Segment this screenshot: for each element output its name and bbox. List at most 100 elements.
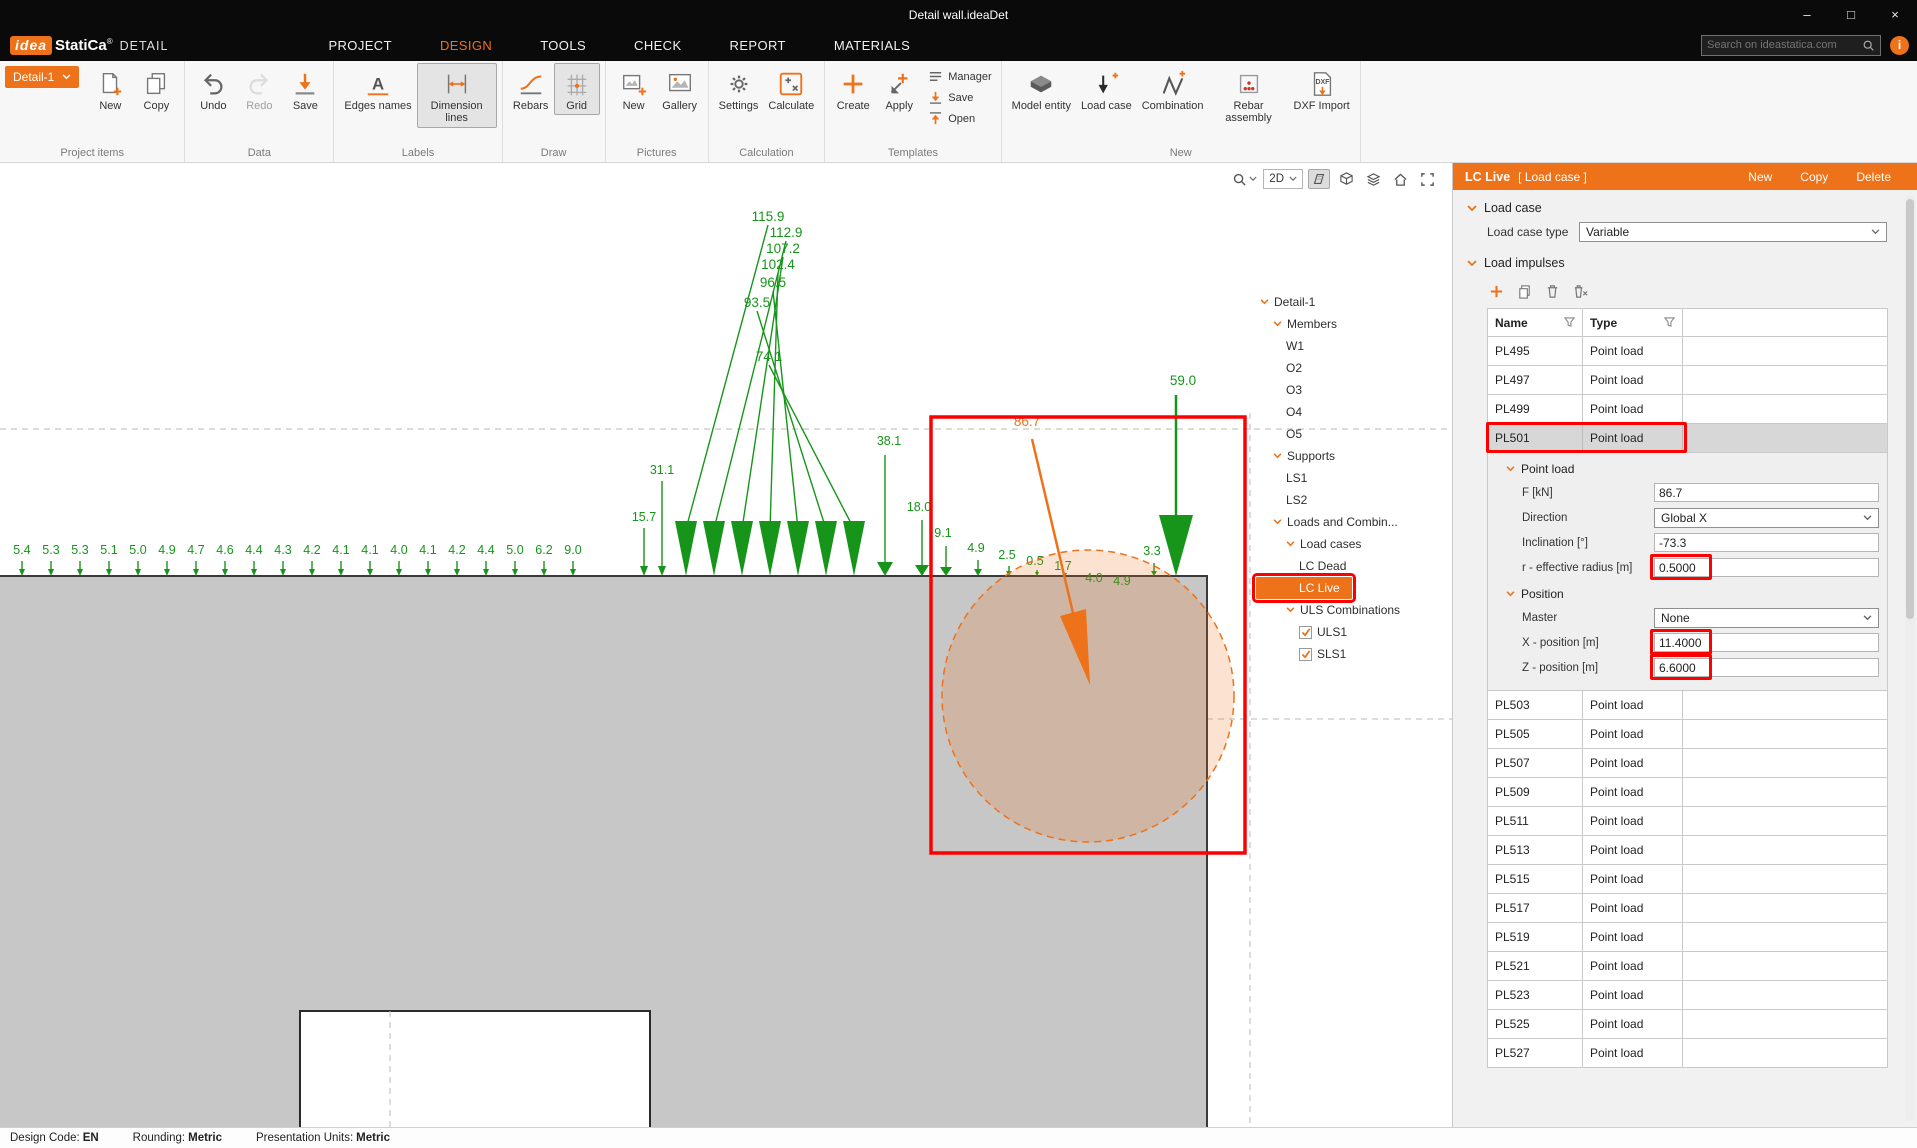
distributed-load[interactable]: 5.0 (129, 543, 146, 576)
impulse-row-pl501[interactable]: PL501Point load (1487, 424, 1888, 453)
pictures-gallery-button[interactable]: Gallery (657, 63, 703, 115)
impulse-row-pl525[interactable]: PL525Point load (1487, 1010, 1888, 1039)
fan-load-arrow[interactable] (675, 521, 697, 576)
delete-all-impulses-button[interactable] (1571, 282, 1589, 300)
calculation-calculate-button[interactable]: Calculate (763, 63, 819, 115)
menu-project[interactable]: PROJECT (328, 29, 391, 61)
fan-load-arrow[interactable] (843, 521, 865, 576)
r-effective-radius-m-input[interactable] (1654, 558, 1879, 577)
impulse-row-pl509[interactable]: PL509Point load (1487, 778, 1888, 807)
view-mode-select[interactable]: 2D (1263, 169, 1303, 189)
impulse-row-pl523[interactable]: PL523Point load (1487, 981, 1888, 1010)
duplicate-impulse-button[interactable] (1515, 282, 1533, 300)
detail-section-point-load[interactable]: Point load (1488, 455, 1887, 480)
impulse-row-pl519[interactable]: PL519Point load (1487, 923, 1888, 952)
templates-create-button[interactable]: Create (830, 63, 876, 115)
distributed-load[interactable]: 5.4 (13, 543, 30, 576)
draw-grid-button[interactable]: Grid (554, 63, 600, 115)
impulse-row-pl521[interactable]: PL521Point load (1487, 952, 1888, 981)
scrollbar[interactable] (1905, 195, 1915, 1121)
distributed-load[interactable]: 4.4 (245, 543, 262, 576)
templates-open-button[interactable]: Open (928, 111, 991, 126)
tree-item-members[interactable]: Members (1256, 313, 1452, 335)
distributed-load[interactable]: 5.1 (100, 543, 117, 576)
account-icon[interactable]: i (1890, 36, 1909, 55)
tree-item-lc-dead[interactable]: LC Dead (1256, 555, 1452, 577)
project-items-new-button[interactable]: New (87, 63, 133, 115)
point-load[interactable]: 15.7 (632, 510, 656, 576)
distributed-load[interactable]: 4.0 (390, 543, 407, 576)
impulse-row-pl515[interactable]: PL515Point load (1487, 865, 1888, 894)
load-case-type-select[interactable]: Variable (1579, 222, 1887, 242)
fan-load-arrow[interactable] (731, 521, 753, 576)
tree-item-supports[interactable]: Supports (1256, 445, 1452, 467)
inclination-input[interactable] (1654, 533, 1879, 552)
templates-save-button[interactable]: Save (928, 90, 991, 105)
tree-item-o5[interactable]: O5 (1256, 423, 1452, 445)
tree-item-ls1[interactable]: LS1 (1256, 467, 1452, 489)
distributed-load[interactable]: 4.3 (274, 543, 291, 576)
distributed-load[interactable]: 6.2 (535, 543, 552, 576)
data-undo-button[interactable]: Undo (190, 63, 236, 115)
tree-item-w1[interactable]: W1 (1256, 335, 1452, 357)
checkbox-icon[interactable] (1299, 648, 1312, 661)
direction-select[interactable]: Global X (1654, 508, 1879, 528)
menu-check[interactable]: CHECK (634, 29, 682, 61)
point-load[interactable]: 59.0 (1159, 373, 1196, 576)
templates-manager-button[interactable]: Manager (928, 69, 991, 84)
templates-apply-button[interactable]: Apply (876, 63, 922, 115)
tree-item-loads-and-combin[interactable]: Loads and Combin... (1256, 511, 1452, 533)
canvas-search-button[interactable] (1231, 169, 1258, 189)
new-model-entity-button[interactable]: Model entity (1007, 63, 1076, 115)
pictures-new-button[interactable]: New (611, 63, 657, 115)
distributed-load[interactable]: 4.2 (303, 543, 320, 576)
home-view-button[interactable] (1389, 169, 1411, 189)
wall-opening[interactable] (300, 1011, 650, 1127)
tree-item-detail-1[interactable]: Detail-1 (1256, 291, 1452, 313)
detail-section-position[interactable]: Position (1488, 580, 1887, 605)
new-load-case-button[interactable]: Load case (1076, 63, 1137, 115)
point-load[interactable]: 9.1 (934, 526, 952, 576)
menu-design[interactable]: DESIGN (440, 29, 492, 61)
fan-load-arrow[interactable] (787, 521, 809, 576)
impulse-row-pl513[interactable]: PL513Point load (1487, 836, 1888, 865)
new-load-case-button[interactable]: New (1748, 170, 1772, 184)
tree-item-uls-combinations[interactable]: ULS Combinations (1256, 599, 1452, 621)
search-box[interactable] (1701, 35, 1881, 56)
search-input[interactable] (1707, 39, 1858, 51)
delete-impulse-button[interactable] (1543, 282, 1561, 300)
impulse-row-pl511[interactable]: PL511Point load (1487, 807, 1888, 836)
project-items-copy-button[interactable]: Copy (133, 63, 179, 115)
close-button[interactable]: × (1873, 0, 1917, 29)
impulse-row-pl507[interactable]: PL507Point load (1487, 749, 1888, 778)
x-position-m-input[interactable] (1654, 633, 1879, 652)
menu-materials[interactable]: MATERIALS (834, 29, 910, 61)
tree-item-lc-live[interactable]: LC Live (1256, 577, 1352, 599)
copy-load-case-button[interactable]: Copy (1800, 170, 1828, 184)
minimize-button[interactable]: – (1785, 0, 1829, 29)
calculation-settings-button[interactable]: Settings (714, 63, 764, 115)
distributed-load[interactable]: 4.1 (419, 543, 436, 576)
new-combination-button[interactable]: Combination (1137, 63, 1209, 115)
impulse-row-pl517[interactable]: PL517Point load (1487, 894, 1888, 923)
new-dxf-import-button[interactable]: DXFDXF Import (1289, 63, 1355, 115)
checkbox-icon[interactable] (1299, 626, 1312, 639)
tree-item-sls1[interactable]: SLS1 (1256, 643, 1452, 665)
distributed-load[interactable]: 4.6 (216, 543, 233, 576)
add-impulse-button[interactable] (1487, 282, 1505, 300)
tree-item-o2[interactable]: O2 (1256, 357, 1452, 379)
impulse-row-pl527[interactable]: PL527Point load (1487, 1039, 1888, 1068)
impulse-row-pl499[interactable]: PL499Point load (1487, 395, 1888, 424)
delete-load-case-button[interactable]: Delete (1856, 170, 1891, 184)
maximize-button[interactable]: □ (1829, 0, 1873, 29)
master-select[interactable]: None (1654, 608, 1879, 628)
column-header-type[interactable]: Type (1583, 309, 1683, 336)
data-save-button[interactable]: Save (282, 63, 328, 115)
impulse-row-pl505[interactable]: PL505Point load (1487, 720, 1888, 749)
z-position-m-input[interactable] (1654, 658, 1879, 677)
f-kn-input[interactable] (1654, 483, 1879, 502)
distributed-load[interactable]: 5.3 (42, 543, 59, 576)
distributed-load[interactable]: 4.1 (361, 543, 378, 576)
distributed-load[interactable]: 4.1 (332, 543, 349, 576)
distributed-load[interactable]: 5.3 (71, 543, 88, 576)
